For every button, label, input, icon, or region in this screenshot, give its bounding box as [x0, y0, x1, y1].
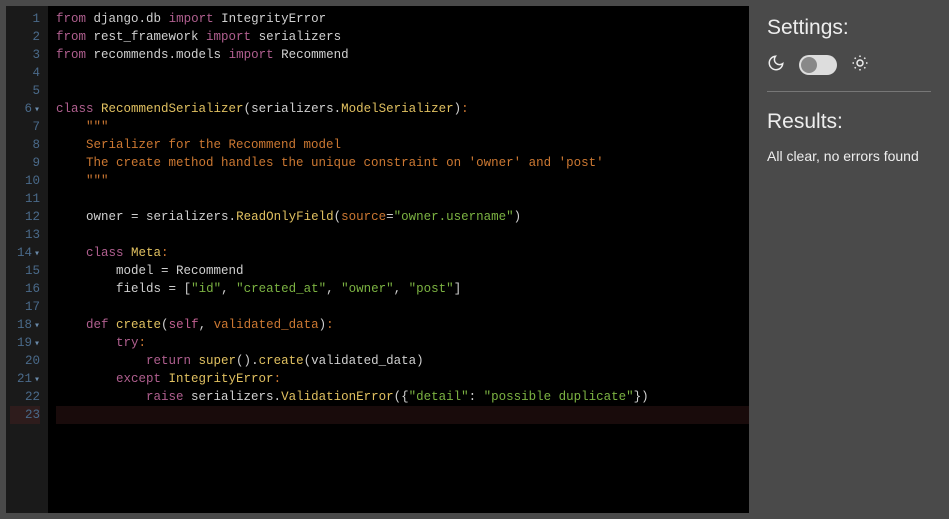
code-line[interactable] — [56, 82, 749, 100]
line-number: 8 — [10, 136, 40, 154]
settings-heading: Settings: — [767, 16, 931, 40]
code-line[interactable] — [56, 406, 749, 424]
code-line[interactable] — [56, 190, 749, 208]
code-editor[interactable]: 123456▾7891011121314▾15161718▾19▾2021▾22… — [6, 6, 749, 513]
line-number: 12 — [10, 208, 40, 226]
line-number: 10 — [10, 172, 40, 190]
results-text: All clear, no errors found — [767, 148, 931, 164]
line-number: 18▾ — [10, 316, 40, 334]
results-heading: Results: — [767, 110, 931, 134]
line-number: 5 — [10, 82, 40, 100]
code-line[interactable]: model = Recommend — [56, 262, 749, 280]
line-number: 1 — [10, 10, 40, 28]
code-line[interactable]: except IntegrityError: — [56, 370, 749, 388]
fold-icon[interactable]: ▾ — [34, 105, 40, 116]
fold-icon[interactable]: ▾ — [34, 321, 40, 332]
code-line[interactable]: fields = ["id", "created_at", "owner", "… — [56, 280, 749, 298]
line-number: 6▾ — [10, 100, 40, 118]
line-number: 23 — [10, 406, 40, 424]
line-number: 4 — [10, 64, 40, 82]
line-number: 9 — [10, 154, 40, 172]
code-line[interactable]: """ — [56, 118, 749, 136]
fold-icon[interactable]: ▾ — [34, 339, 40, 350]
sun-icon — [851, 54, 869, 75]
code-line[interactable] — [56, 64, 749, 82]
line-number: 15 — [10, 262, 40, 280]
code-line[interactable]: try: — [56, 334, 749, 352]
theme-toggle[interactable] — [799, 55, 837, 75]
code-line[interactable]: owner = serializers.ReadOnlyField(source… — [56, 208, 749, 226]
code-line[interactable] — [56, 298, 749, 316]
line-number: 19▾ — [10, 334, 40, 352]
code-line[interactable]: class RecommendSerializer(serializers.Mo… — [56, 100, 749, 118]
code-line[interactable]: from recommends.models import Recommend — [56, 46, 749, 64]
code-line[interactable]: """ — [56, 172, 749, 190]
code-line[interactable]: raise serializers.ValidationError({"deta… — [56, 388, 749, 406]
code-line[interactable] — [56, 226, 749, 244]
divider — [767, 91, 931, 92]
line-number: 20 — [10, 352, 40, 370]
fold-icon[interactable]: ▾ — [34, 375, 40, 386]
code-area[interactable]: from django.db import IntegrityErrorfrom… — [48, 6, 749, 513]
moon-icon — [767, 54, 785, 75]
code-line[interactable]: def create(self, validated_data): — [56, 316, 749, 334]
code-line[interactable]: The create method handles the unique con… — [56, 154, 749, 172]
theme-toggle-row — [767, 54, 931, 75]
line-number: 21▾ — [10, 370, 40, 388]
line-number: 7 — [10, 118, 40, 136]
line-number: 22 — [10, 388, 40, 406]
line-number-gutter: 123456▾7891011121314▾15161718▾19▾2021▾22… — [6, 6, 48, 513]
line-number: 3 — [10, 46, 40, 64]
fold-icon[interactable]: ▾ — [34, 249, 40, 260]
line-number: 2 — [10, 28, 40, 46]
line-number: 17 — [10, 298, 40, 316]
sidebar: Settings: Results: All clear, no errors … — [755, 6, 943, 513]
code-line[interactable]: Serializer for the Recommend model — [56, 136, 749, 154]
line-number: 16 — [10, 280, 40, 298]
line-number: 11 — [10, 190, 40, 208]
code-line[interactable]: from rest_framework import serializers — [56, 28, 749, 46]
code-line[interactable]: return super().create(validated_data) — [56, 352, 749, 370]
line-number: 14▾ — [10, 244, 40, 262]
code-line[interactable]: class Meta: — [56, 244, 749, 262]
code-line[interactable]: from django.db import IntegrityError — [56, 10, 749, 28]
line-number: 13 — [10, 226, 40, 244]
